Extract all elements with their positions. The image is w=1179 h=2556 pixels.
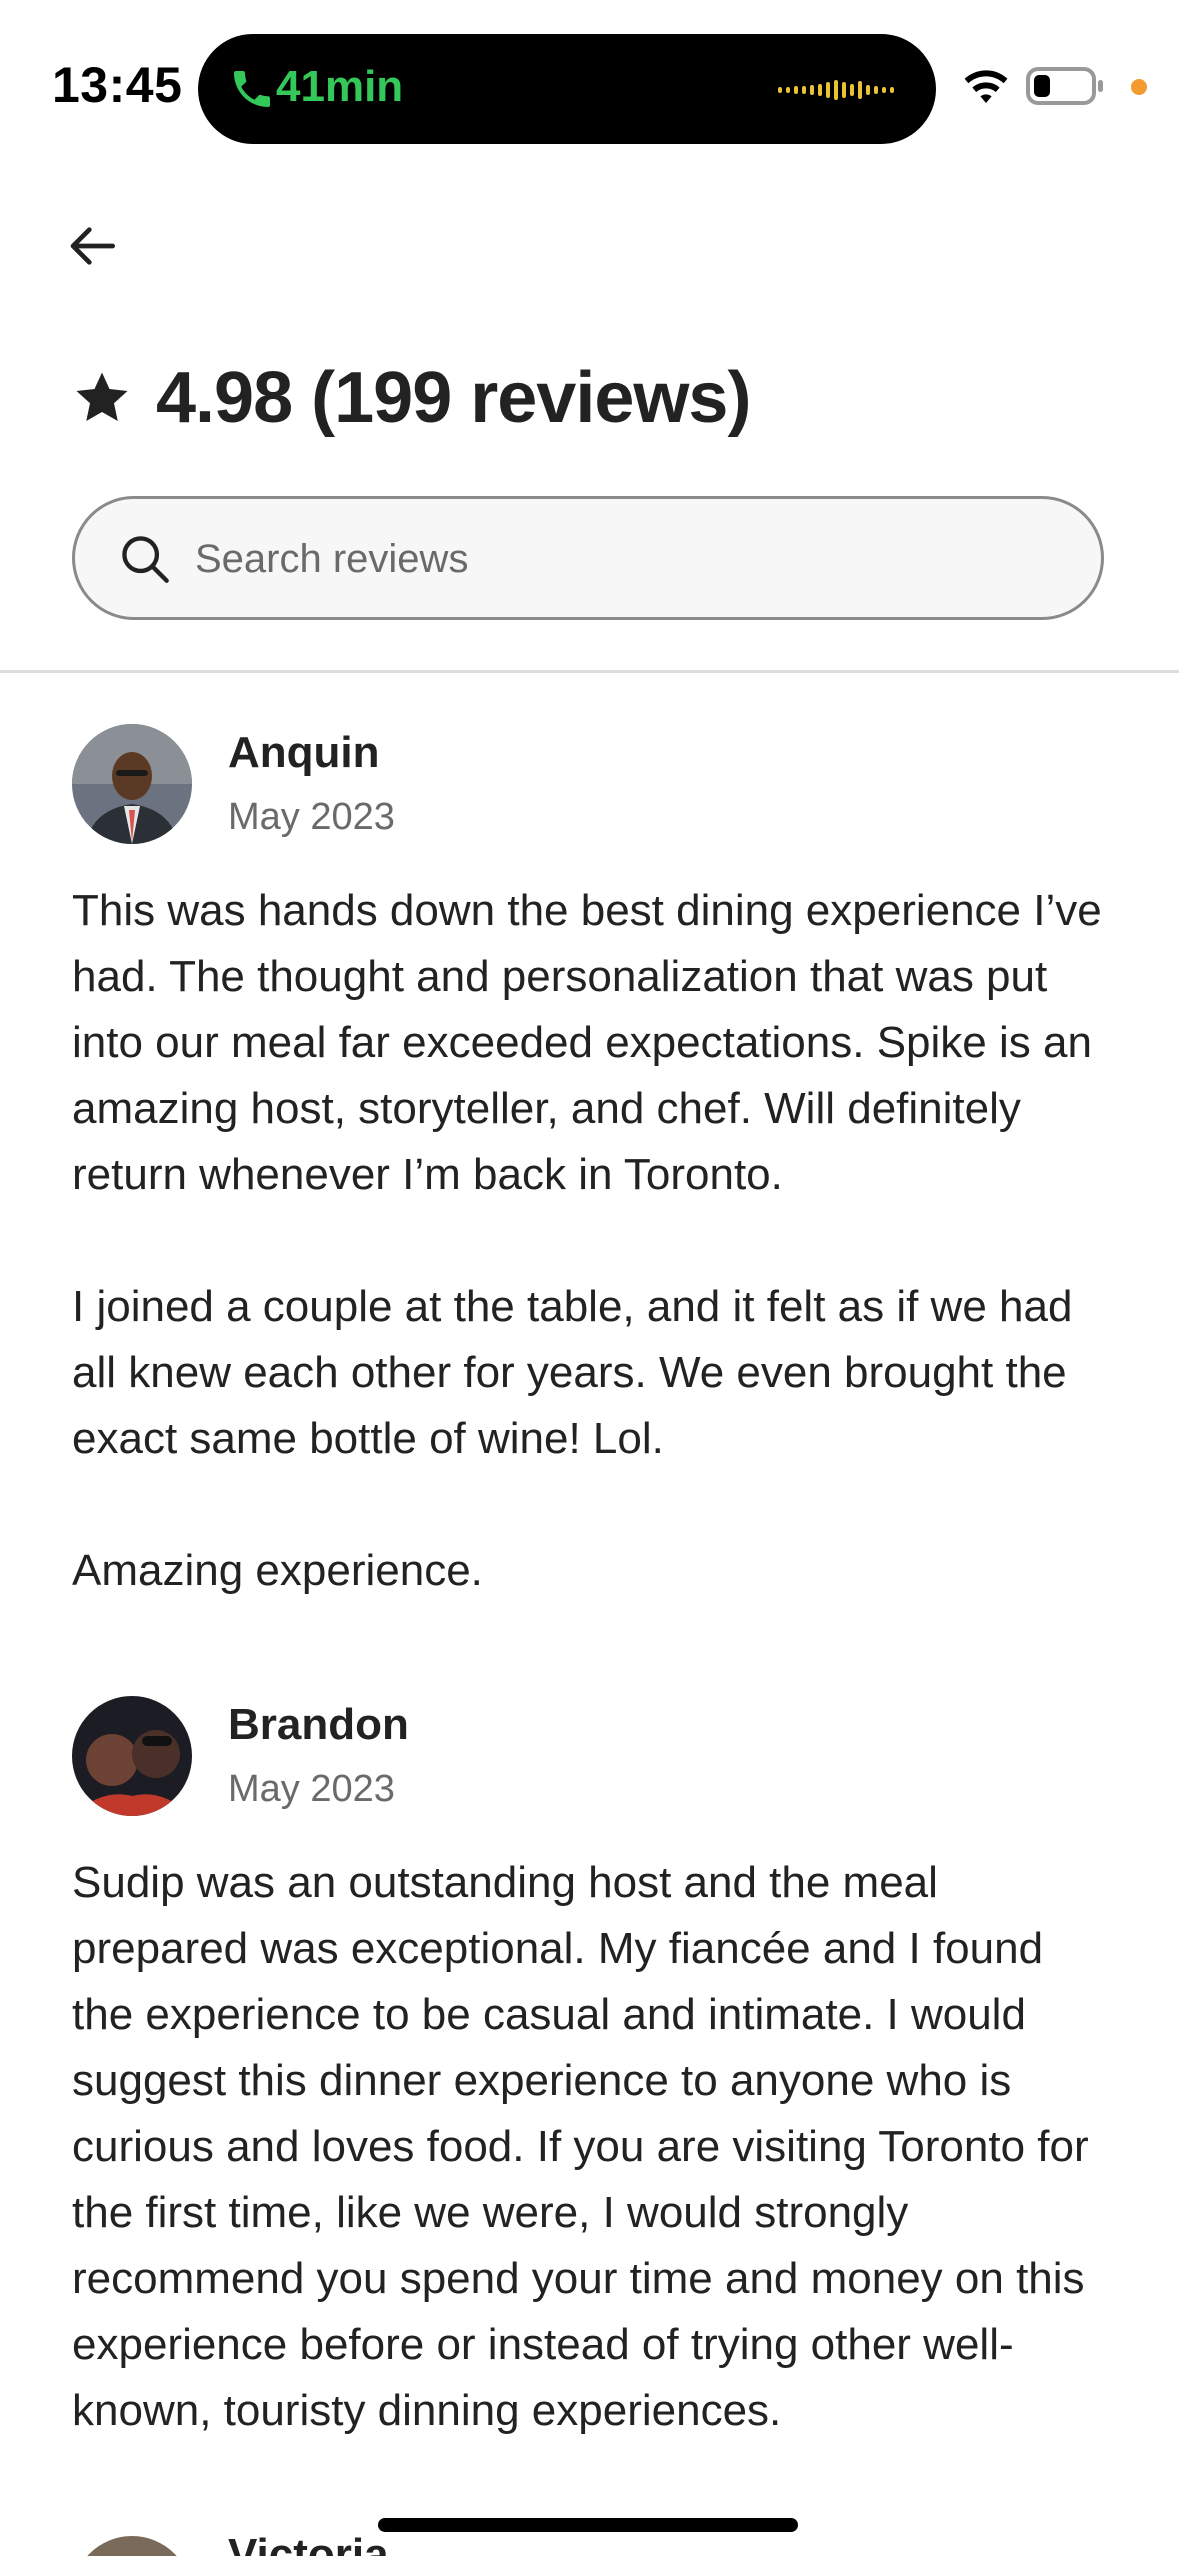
wifi-icon xyxy=(964,70,1008,103)
star-icon xyxy=(76,372,128,421)
divider xyxy=(0,670,1179,673)
page-title: 4.98 (199 reviews) xyxy=(72,352,751,444)
reviews-screen: 13:45 41min 4.98 (199 reviews) Search re… xyxy=(0,0,1179,2556)
review-item: Brandon May 2023 Sudip was an outstandin… xyxy=(72,1696,1112,2476)
battery-icon xyxy=(1026,67,1103,105)
review-item: Anquin May 2023 This was hands down the … xyxy=(72,724,1112,1624)
status-bar: 13:45 41min xyxy=(0,0,1179,150)
review-text: This was hands down the best dining expe… xyxy=(72,886,1102,1595)
reviewer-name: Brandon xyxy=(228,1700,409,1749)
call-duration: 41min xyxy=(276,62,404,111)
privacy-indicator-dot xyxy=(1131,79,1147,95)
status-time: 13:45 xyxy=(52,57,183,113)
avatar[interactable] xyxy=(72,1696,192,1816)
phone-icon xyxy=(234,71,270,107)
search-icon xyxy=(122,536,169,583)
arrow-left-icon[interactable] xyxy=(66,218,122,274)
search-box[interactable] xyxy=(72,496,1104,620)
avatar[interactable] xyxy=(72,724,192,844)
home-indicator[interactable] xyxy=(378,2518,798,2532)
reviewer-name: Victoria xyxy=(228,2530,389,2556)
avatar[interactable] xyxy=(72,2536,192,2556)
dynamic-island-call[interactable]: 41min xyxy=(198,34,936,144)
search-input[interactable] xyxy=(193,523,1057,595)
review-date: May 2023 xyxy=(228,796,395,838)
review-date: May 2023 xyxy=(228,1768,395,1810)
waveform-icon xyxy=(778,80,894,100)
rating-summary: 4.98 (199 reviews) xyxy=(156,358,751,438)
review-text: Sudip was an outstanding host and the me… xyxy=(72,1858,1089,2435)
reviewer-name: Anquin xyxy=(228,728,380,777)
